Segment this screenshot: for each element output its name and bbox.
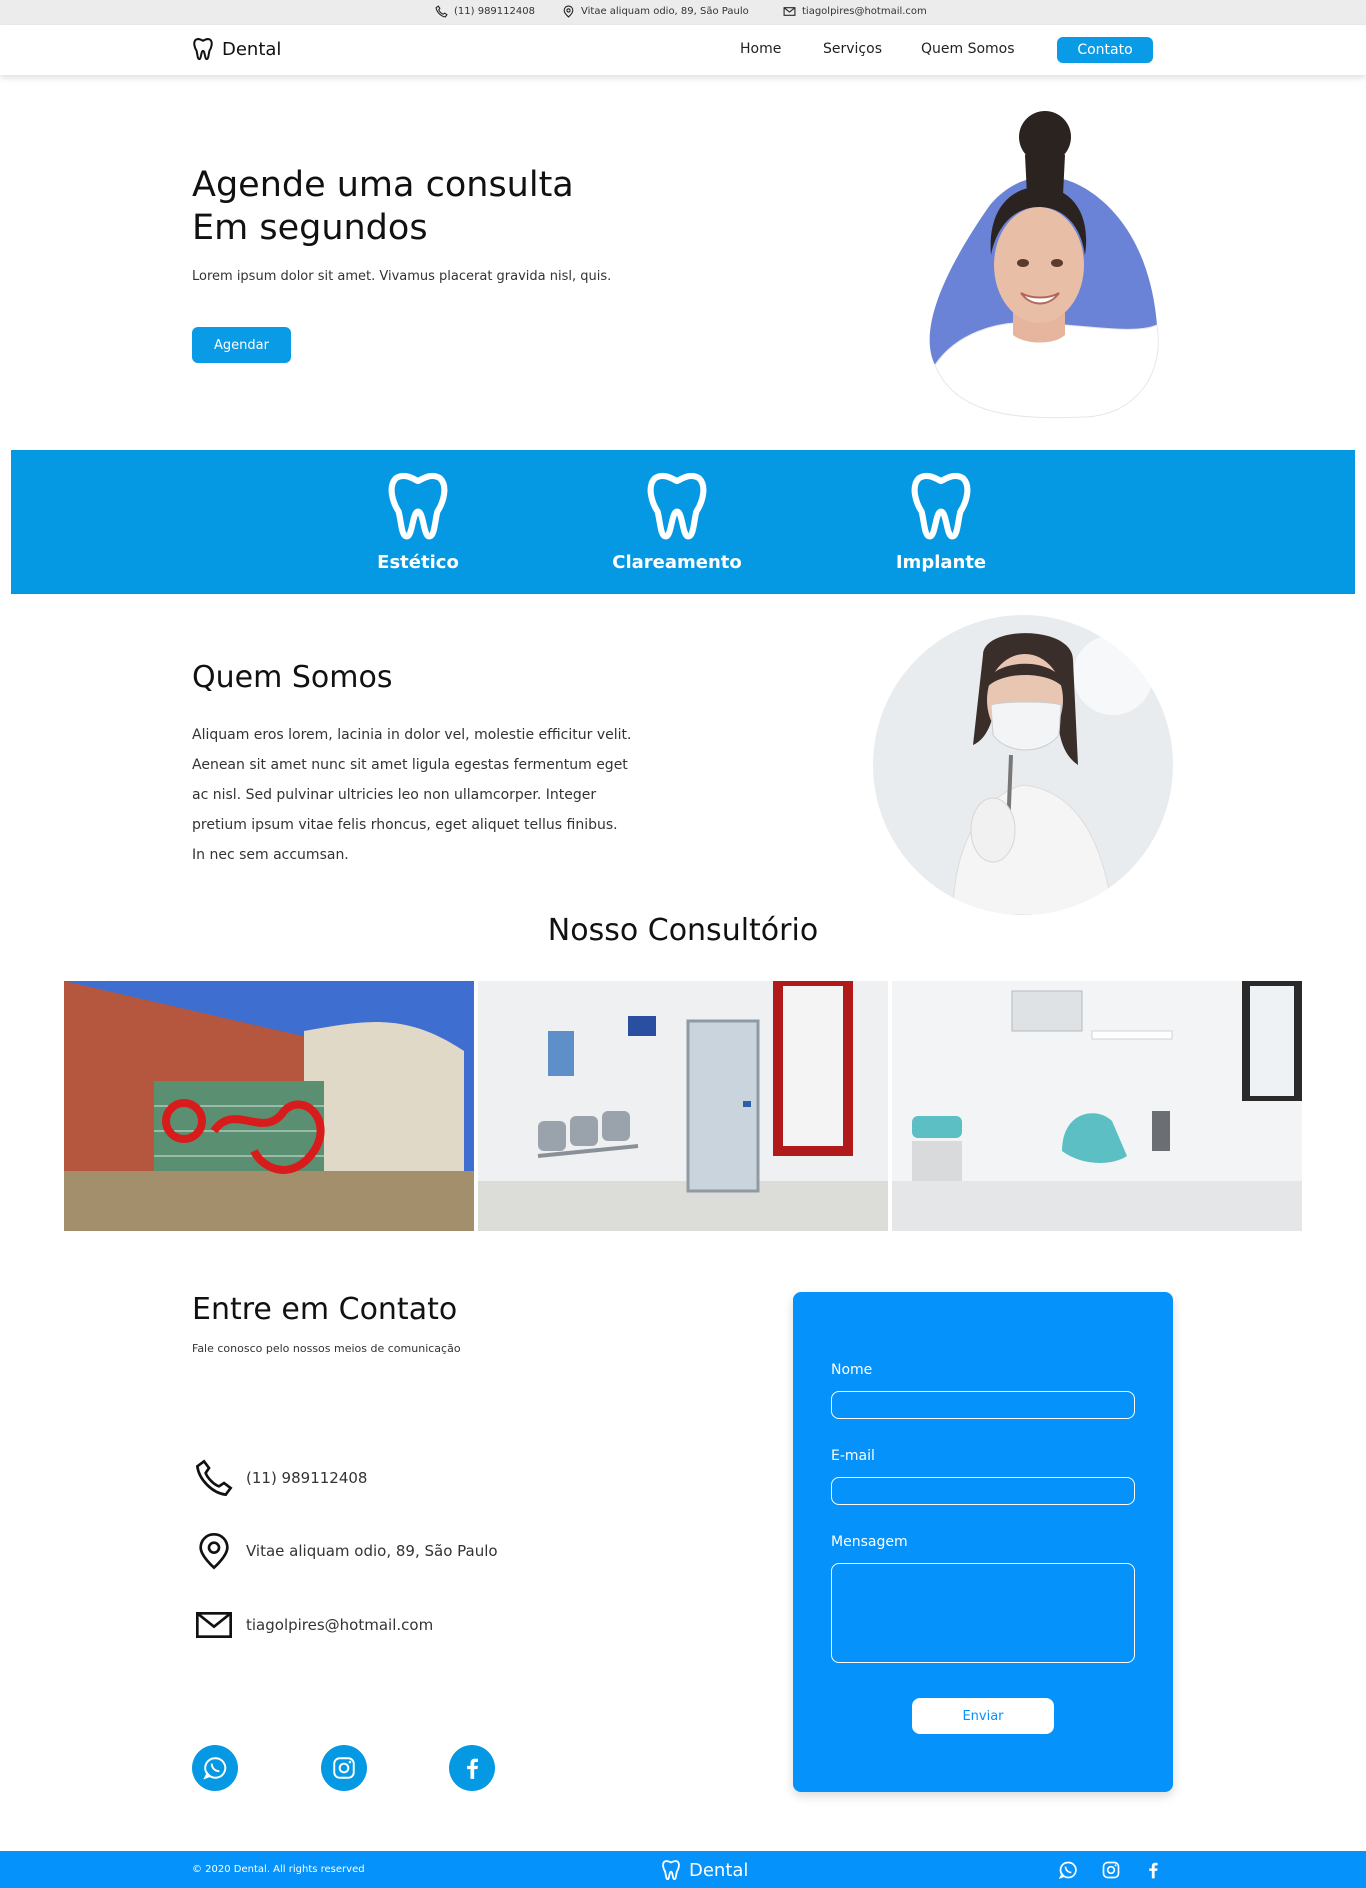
nav-servicos[interactable]: Serviços xyxy=(823,41,882,57)
hero-woman-photo xyxy=(929,111,1159,419)
contact-title: Entre em Contato xyxy=(192,1292,458,1327)
topbar-email: tiagolpires@hotmail.com xyxy=(783,5,927,18)
footer-copyright: © 2020 Dental. All rights reserved xyxy=(192,1864,365,1875)
email-input[interactable] xyxy=(831,1477,1135,1505)
contact-form: Nome E-mail Mensagem Enviar xyxy=(793,1292,1173,1792)
tooth-icon xyxy=(911,472,971,540)
nav-home[interactable]: Home xyxy=(740,41,781,57)
footer-brand-name: Dental xyxy=(689,1859,749,1881)
tooth-icon xyxy=(193,38,213,61)
envelope-icon xyxy=(196,1612,232,1638)
hero-title-line1: Agende uma consulta xyxy=(192,165,574,205)
brand-logo[interactable]: Dental xyxy=(192,37,281,61)
name-input[interactable] xyxy=(831,1391,1135,1419)
whatsapp-icon[interactable] xyxy=(1058,1860,1078,1880)
facebook-icon xyxy=(467,1758,478,1779)
topbar-phone-text: (11) 989112408 xyxy=(454,6,535,17)
footer: © 2020 Dental. All rights reserved Denta… xyxy=(0,1851,1366,1888)
phone-icon xyxy=(195,1459,233,1497)
service-label: Implante xyxy=(895,552,987,573)
about-text: Aliquam eros lorem, lacinia in dolor vel… xyxy=(192,727,632,863)
message-textarea[interactable] xyxy=(831,1563,1135,1663)
contact-email-text: tiagolpires@hotmail.com xyxy=(246,1616,434,1634)
service-estetico[interactable]: Estético xyxy=(338,470,498,573)
office-photo-treatment-room xyxy=(892,981,1302,1231)
contact-address-row: Vitae aliquam odio, 89, São Paulo xyxy=(192,1529,498,1573)
office-title: Nosso Consultório xyxy=(547,913,819,948)
topbar-phone: (11) 989112408 xyxy=(435,5,535,18)
navbar: Dental Home Serviços Quem Somos Contato xyxy=(0,25,1366,75)
tooth-icon xyxy=(647,472,707,540)
tooth-icon xyxy=(388,472,448,540)
service-label: Estético xyxy=(377,552,459,573)
hero-title-line2: Em segundos xyxy=(192,208,428,248)
email-label: E-mail xyxy=(831,1448,875,1464)
whatsapp-icon xyxy=(203,1757,227,1780)
contact-email-row: tiagolpires@hotmail.com xyxy=(192,1603,433,1647)
topbar-email-text: tiagolpires@hotmail.com xyxy=(802,6,927,17)
contact-address-text: Vitae aliquam odio, 89, São Paulo xyxy=(246,1542,498,1560)
whatsapp-button[interactable] xyxy=(192,1745,238,1791)
hero-title: Agende uma consulta Em segundos xyxy=(192,164,574,250)
nav-contato-button[interactable]: Contato xyxy=(1057,37,1153,63)
brand-name: Dental xyxy=(222,38,282,60)
instagram-icon xyxy=(333,1757,355,1779)
phone-icon xyxy=(435,5,448,18)
message-label: Mensagem xyxy=(831,1534,908,1550)
tooth-icon xyxy=(662,1860,680,1881)
service-clareamento[interactable]: Clareamento xyxy=(597,470,757,573)
office-photo-waiting-room xyxy=(478,981,888,1231)
contact-phone-row: (11) 989112408 xyxy=(192,1456,367,1500)
facebook-button[interactable] xyxy=(449,1745,495,1791)
contact-subtitle: Fale conosco pelo nossos meios de comuni… xyxy=(192,1342,461,1355)
office-photo-building xyxy=(64,981,474,1231)
dentist-photo xyxy=(873,615,1173,915)
services-band: Estético Clareamento Implante xyxy=(11,450,1355,594)
nav-quem-somos[interactable]: Quem Somos xyxy=(921,41,1015,57)
service-implante[interactable]: Implante xyxy=(861,470,1021,573)
hero-text: Lorem ipsum dolor sit amet. Vivamus plac… xyxy=(192,269,612,284)
contact-phone-text: (11) 989112408 xyxy=(246,1469,368,1487)
agendar-button[interactable]: Agendar xyxy=(192,327,291,363)
name-label: Nome xyxy=(831,1362,873,1378)
top-info-bar: (11) 989112408 Vitae aliquam odio, 89, S… xyxy=(0,0,1366,25)
location-pin-icon xyxy=(563,5,574,18)
topbar-address: Vitae aliquam odio, 89, São Paulo xyxy=(562,5,749,18)
facebook-icon[interactable] xyxy=(1143,1860,1163,1880)
footer-brand[interactable]: Dental xyxy=(661,1859,748,1881)
instagram-icon[interactable] xyxy=(1101,1860,1121,1880)
about-title: Quem Somos xyxy=(192,660,393,695)
service-label: Clareamento xyxy=(612,552,742,573)
enviar-button[interactable]: Enviar xyxy=(912,1698,1054,1734)
envelope-icon xyxy=(783,7,796,16)
topbar-address-text: Vitae aliquam odio, 89, São Paulo xyxy=(581,6,749,17)
instagram-button[interactable] xyxy=(321,1745,367,1791)
location-pin-icon xyxy=(199,1532,229,1570)
